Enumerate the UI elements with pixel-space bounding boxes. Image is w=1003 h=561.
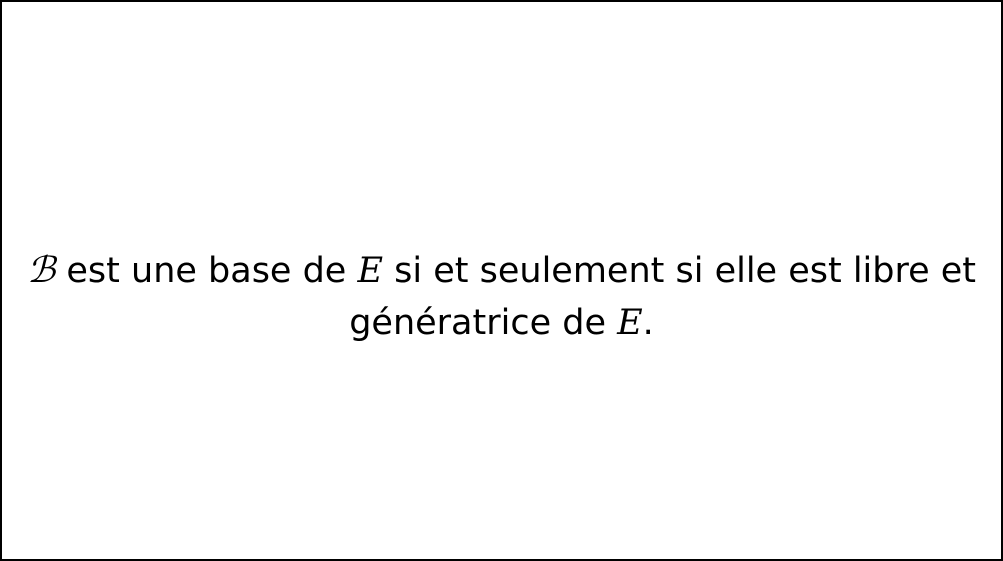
space-symbol: E [357,251,384,291]
statement-period: . [642,303,654,343]
statement-text: est une base de [55,251,358,291]
statement-line-2: génératrice de E. [22,297,981,349]
slide-frame: ℬ est une base de E si et seulement si e… [0,0,1003,561]
basis-symbol: ℬ [26,250,56,291]
statement-text: génératrice de [349,303,618,343]
theorem-statement: ℬ est une base de E si et seulement si e… [22,245,981,349]
space-symbol: E [617,303,643,343]
statement-line-1: ℬ est une base de E si et seulement si e… [22,245,981,297]
statement-text: si et seulement si elle est libre et [383,251,977,291]
